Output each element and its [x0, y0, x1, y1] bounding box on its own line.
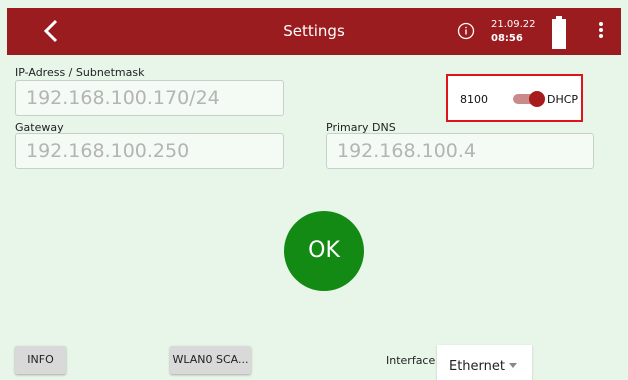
ip-address-label: IP-Adress / Subnetmask [15, 66, 145, 79]
interface-dropdown[interactable]: Ethernet [437, 345, 532, 380]
interface-label: Interface [386, 354, 436, 367]
top-app-bar: Settings 21.09.22 08:56 [7, 8, 621, 55]
wlan0-scan-button[interactable]: WLAN0 SCA... [170, 346, 251, 374]
date-display: 21.09.22 [491, 19, 536, 30]
port-value: 8100 [460, 93, 488, 106]
info-icon [457, 22, 475, 40]
dhcp-panel: 8100 DHCP [446, 74, 583, 122]
battery-full-icon [552, 16, 566, 49]
dropdown-arrow-icon [509, 363, 517, 368]
info-button[interactable] [457, 22, 475, 40]
gateway-field[interactable]: 192.168.100.250 [15, 133, 284, 169]
ip-address-field[interactable]: 192.168.100.170/24 [15, 80, 284, 116]
time-display: 08:56 [491, 33, 523, 44]
ok-button[interactable]: OK [284, 211, 364, 291]
info-text-button[interactable]: INFO [15, 346, 66, 374]
dhcp-toggle[interactable] [511, 91, 545, 107]
dhcp-label: DHCP [547, 93, 579, 106]
interface-selected-value: Ethernet [449, 359, 505, 374]
overflow-menu-button[interactable] [595, 21, 607, 43]
primary-dns-field[interactable]: 192.168.100.4 [326, 133, 594, 169]
